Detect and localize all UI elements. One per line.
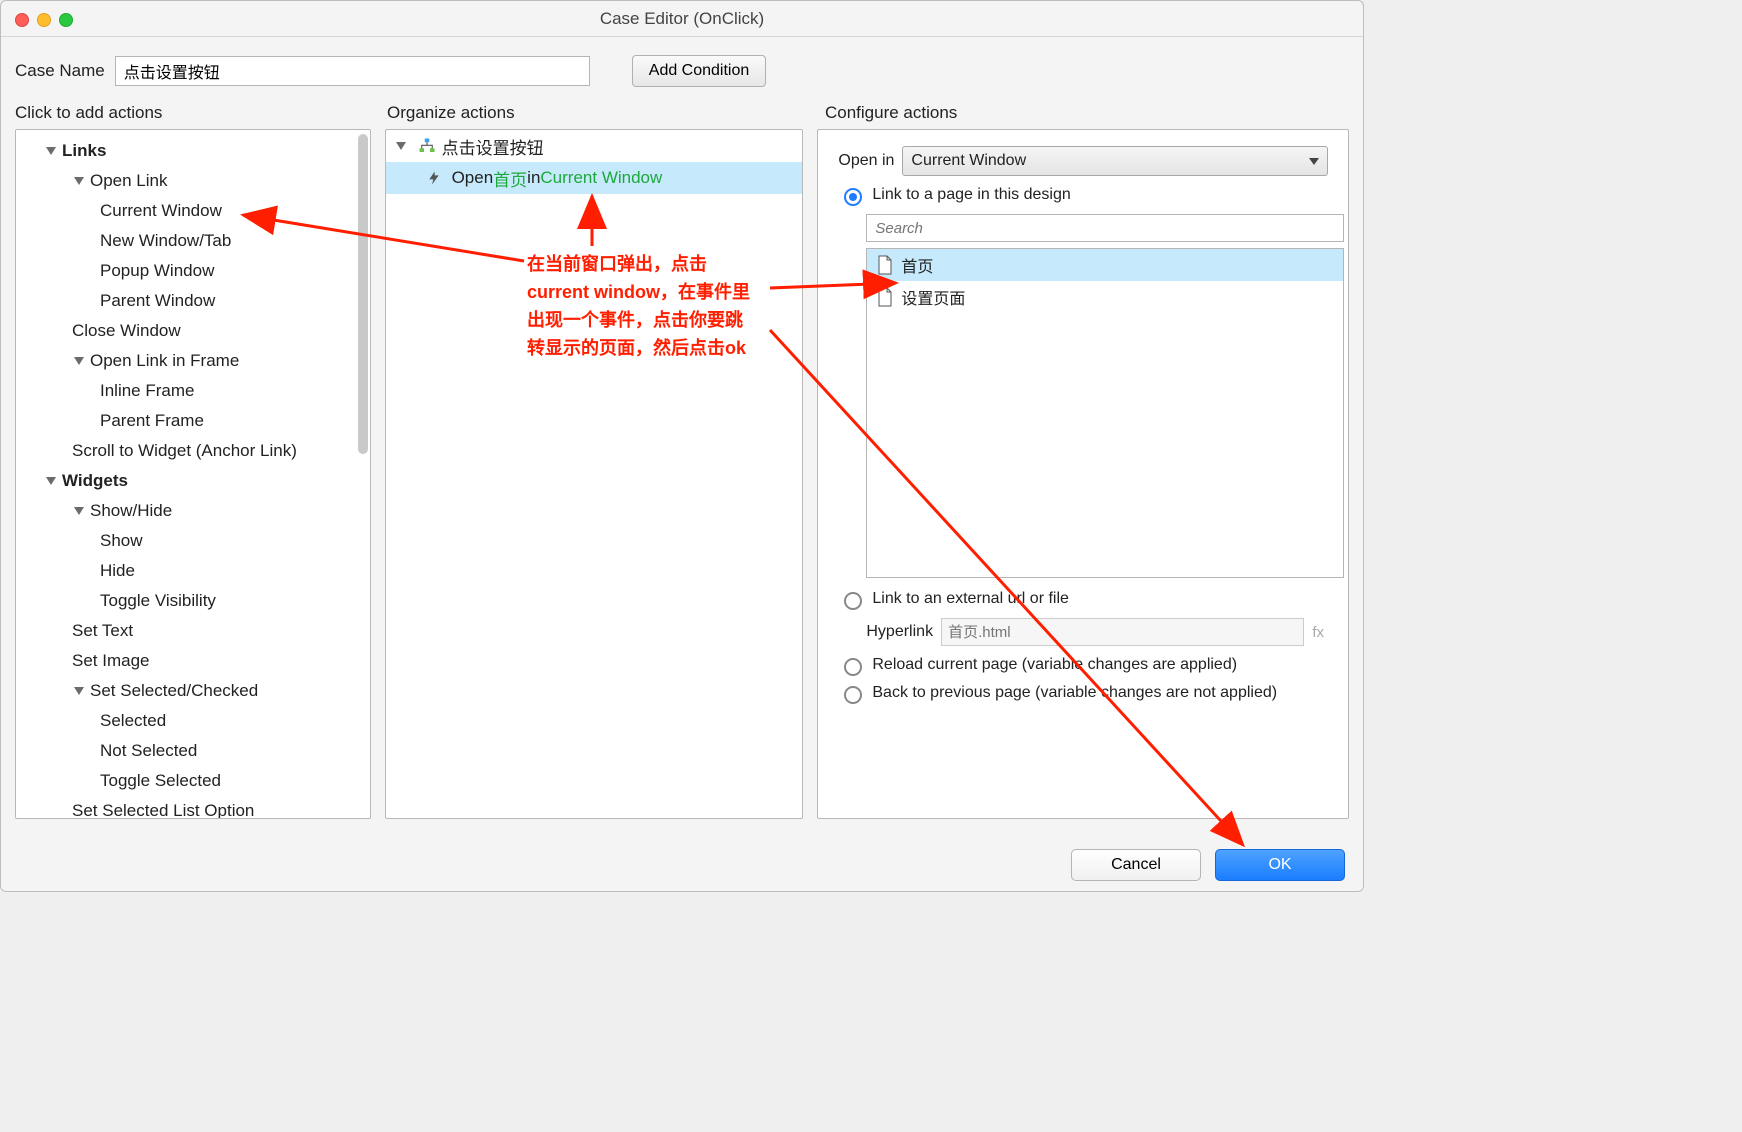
page-settings[interactable]: 设置页面 <box>867 281 1343 313</box>
minimize-window-icon[interactable] <box>37 13 51 27</box>
organize-panel: 点击设置按钮 Open 首页 in Current Window <box>385 129 804 819</box>
fx-button[interactable]: fx <box>1312 624 1324 641</box>
reload-label: Reload current page (variable changes ar… <box>872 656 1237 674</box>
chevron-down-icon <box>46 477 56 485</box>
case-row[interactable]: 点击设置按钮 <box>386 130 803 162</box>
action-new-window-tab[interactable]: New Window/Tab <box>22 226 370 256</box>
cancel-button[interactable]: Cancel <box>1071 849 1201 881</box>
action-row[interactable]: Open 首页 in Current Window <box>386 162 803 194</box>
action-not-selected[interactable]: Not Selected <box>22 736 370 766</box>
chevron-down-icon <box>74 357 84 365</box>
radio-reload[interactable] <box>844 658 862 676</box>
chevron-down-icon <box>46 147 56 155</box>
action-open-link[interactable]: Open Link <box>22 166 370 196</box>
open-in-value: Current Window <box>911 152 1026 170</box>
annotation-text: 在当前窗口弹出，点击 current window，在事件里 出现一个事件，点击… <box>527 250 750 362</box>
action-open-link-in-frame[interactable]: Open Link in Frame <box>22 346 370 376</box>
reload-radio-row[interactable]: Reload current page (variable changes ar… <box>844 656 1328 676</box>
action-popup-window[interactable]: Popup Window <box>22 256 370 286</box>
actions-panel: Links Open Link Current Window New Windo… <box>15 129 371 819</box>
close-window-icon[interactable] <box>15 13 29 27</box>
open-in-dropdown[interactable]: Current Window <box>902 146 1328 176</box>
action-set-image[interactable]: Set Image <box>22 646 370 676</box>
link-design-radio-row[interactable]: Link to a page in this design <box>844 186 1328 206</box>
chevron-down-icon <box>74 687 84 695</box>
sitemap-icon <box>418 137 436 155</box>
action-selected[interactable]: Selected <box>22 706 370 736</box>
group-links[interactable]: Links <box>22 136 370 166</box>
add-condition-button[interactable]: Add Condition <box>632 55 767 87</box>
action-in-text: in <box>527 168 540 188</box>
back-radio-row[interactable]: Back to previous page (variable changes … <box>844 684 1328 704</box>
hyperlink-label: Hyperlink <box>866 623 933 641</box>
page-home[interactable]: 首页 <box>867 249 1343 281</box>
action-parent-window[interactable]: Parent Window <box>22 286 370 316</box>
case-name-label: Case Name <box>15 61 105 81</box>
action-show-hide[interactable]: Show/Hide <box>22 496 370 526</box>
action-close-window[interactable]: Close Window <box>22 316 370 346</box>
search-input[interactable] <box>866 214 1344 242</box>
link-external-label: Link to an external url or file <box>872 590 1069 608</box>
page-icon <box>877 287 893 307</box>
page-icon <box>877 255 893 275</box>
action-inline-frame[interactable]: Inline Frame <box>22 376 370 406</box>
hyperlink-input[interactable] <box>941 618 1304 646</box>
case-editor-dialog: Case Editor (OnClick) Case Name Add Cond… <box>0 0 1364 892</box>
configure-panel: Open in Current Window Link to a page in… <box>817 129 1349 819</box>
action-toggle-visibility[interactable]: Toggle Visibility <box>22 586 370 616</box>
action-page-text: 首页 <box>493 166 527 191</box>
case-label: 点击设置按钮 <box>442 134 544 159</box>
ok-button[interactable]: OK <box>1215 849 1345 881</box>
dialog-footer: Cancel OK <box>1 839 1363 891</box>
zoom-window-icon[interactable] <box>59 13 73 27</box>
action-parent-frame[interactable]: Parent Frame <box>22 406 370 436</box>
page-list: 首页 设置页面 <box>866 248 1344 578</box>
radio-back[interactable] <box>844 686 862 704</box>
header-organize: Organize actions <box>387 103 825 123</box>
window-controls <box>15 13 73 27</box>
lightning-bolt-icon <box>426 170 442 186</box>
open-in-row: Open in Current Window <box>838 146 1328 176</box>
header-configure: Configure actions <box>825 103 1349 123</box>
action-hide[interactable]: Hide <box>22 556 370 586</box>
action-open-text: Open <box>452 168 494 188</box>
radio-link-design[interactable] <box>844 188 862 206</box>
open-in-label: Open in <box>838 152 894 170</box>
action-scroll-to-widget[interactable]: Scroll to Widget (Anchor Link) <box>22 436 370 466</box>
section-headers: Click to add actions Organize actions Co… <box>1 97 1363 129</box>
action-show[interactable]: Show <box>22 526 370 556</box>
chevron-down-icon <box>396 142 406 150</box>
chevron-down-icon <box>1309 158 1319 165</box>
action-current-window[interactable]: Current Window <box>22 196 370 226</box>
action-toggle-selected[interactable]: Toggle Selected <box>22 766 370 796</box>
hyperlink-row: Hyperlink fx <box>866 618 1328 646</box>
scrollbar[interactable] <box>358 134 368 454</box>
header-actions: Click to add actions <box>15 103 387 123</box>
action-set-text[interactable]: Set Text <box>22 616 370 646</box>
case-name-row: Case Name Add Condition <box>1 37 1363 97</box>
chevron-down-icon <box>74 177 84 185</box>
window-title: Case Editor (OnClick) <box>1 1 1363 37</box>
action-set-selected-checked[interactable]: Set Selected/Checked <box>22 676 370 706</box>
chevron-down-icon <box>74 507 84 515</box>
radio-link-external[interactable] <box>844 592 862 610</box>
group-widgets[interactable]: Widgets <box>22 466 370 496</box>
actions-tree: Links Open Link Current Window New Windo… <box>16 130 370 819</box>
action-set-selected-list-option[interactable]: Set Selected List Option <box>22 796 370 819</box>
link-design-label: Link to a page in this design <box>872 186 1070 204</box>
action-target-text: Current Window <box>540 168 662 188</box>
back-label: Back to previous page (variable changes … <box>872 684 1277 702</box>
case-name-input[interactable] <box>115 56 590 86</box>
link-external-radio-row[interactable]: Link to an external url or file <box>844 590 1328 610</box>
